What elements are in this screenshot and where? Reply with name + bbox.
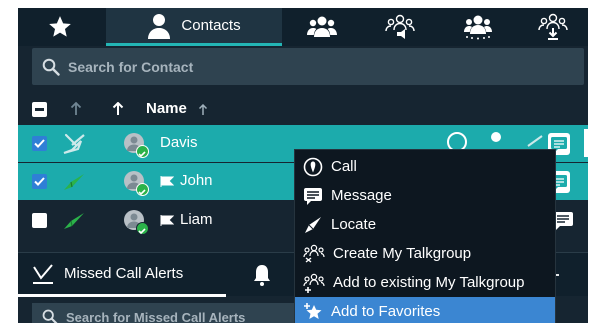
name-sort-arrow-icon[interactable]: [198, 104, 208, 116]
add-talkgroup-icon: [303, 273, 325, 293]
scrollbar-thumb[interactable]: [584, 129, 588, 157]
menu-item-locate[interactable]: Locate: [295, 210, 555, 239]
contact-search-input[interactable]: Search for Contact: [32, 48, 584, 85]
tab-talkgroup-download[interactable]: [518, 8, 588, 46]
menu-item-add-to-favorites[interactable]: Add to Favorites: [295, 297, 555, 323]
person-icon: [148, 13, 171, 39]
tab-group-dotted[interactable]: [440, 8, 516, 46]
tab-missed-call-alerts[interactable]: Missed Call Alerts: [18, 253, 226, 297]
menu-item-add-existing-talkgroup[interactable]: Add to existing My Talkgroup: [295, 268, 555, 297]
missed-search-placeholder: Search for Missed Call Alerts: [66, 309, 246, 323]
contact-name: Davis: [160, 134, 198, 151]
locate-icon[interactable]: [526, 134, 544, 148]
create-talkgroup-icon: [303, 244, 325, 263]
available-status-icon: [64, 174, 84, 190]
menu-item-label: Create My Talkgroup: [333, 245, 472, 262]
indeterminate-mark-icon: [35, 108, 44, 111]
row-checkbox[interactable]: [32, 213, 47, 228]
flag-icon: [160, 215, 174, 226]
menu-item-label: Locate: [331, 216, 377, 233]
presence-check-icon: [138, 151, 146, 158]
message-icon: [304, 187, 322, 205]
flag-icon: [160, 176, 174, 187]
contacts-header-row: Name: [18, 92, 588, 126]
context-menu: Call Message Locate Create My Talkgroup …: [294, 149, 556, 323]
check-icon: [34, 139, 45, 148]
avatar: [124, 171, 149, 196]
call-icon: [303, 157, 323, 176]
available-status-icon: [64, 213, 84, 229]
menu-item-label: Message: [331, 187, 392, 204]
talkgroup-broadcast-icon: [385, 14, 415, 39]
contact-name: Liam: [180, 211, 213, 228]
presence-check-icon: [138, 189, 146, 196]
menu-item-label: Add to Favorites: [331, 303, 441, 320]
missed-call-search-input[interactable]: Search for Missed Call Alerts: [32, 303, 332, 323]
menu-item-call[interactable]: Call: [295, 152, 555, 181]
tab-talkgroup-broadcast[interactable]: [362, 8, 438, 46]
avatar: [124, 133, 149, 158]
tab-bar: Contacts: [18, 8, 588, 46]
app-window: Contacts Search for Contact Name Davis J…: [18, 8, 588, 323]
row-checkbox[interactable]: [32, 174, 47, 189]
presence-check-icon: [138, 228, 146, 235]
star-icon: [49, 16, 71, 37]
sort-status-arrow-icon[interactable]: [70, 102, 82, 116]
search-placeholder: Search for Contact: [68, 58, 194, 75]
tab-favorites[interactable]: [18, 8, 102, 46]
row-checkbox[interactable]: [32, 136, 47, 151]
menu-item-message[interactable]: Message: [295, 181, 555, 210]
sort-arrow-icon[interactable]: [112, 102, 124, 116]
tab-contacts-label: Contacts: [181, 17, 241, 34]
avatar: [124, 210, 149, 235]
group-dotted-icon: [464, 15, 492, 40]
search-icon: [42, 58, 60, 76]
name-column-header[interactable]: Name: [146, 100, 187, 117]
search-icon: [42, 309, 58, 323]
talkgroup-download-icon: [538, 13, 568, 40]
tab-groups[interactable]: [284, 8, 360, 46]
contact-name: John: [180, 172, 213, 189]
menu-item-label: Add to existing My Talkgroup: [333, 274, 525, 291]
locate-icon: [305, 216, 321, 233]
unavailable-status-icon: [63, 133, 85, 155]
bell-icon[interactable]: [252, 263, 272, 287]
check-icon: [34, 177, 45, 186]
menu-item-label: Call: [331, 158, 357, 175]
add-favorite-icon: [304, 302, 322, 319]
missed-tab-label: Missed Call Alerts: [64, 265, 184, 282]
select-all-checkbox[interactable]: [32, 102, 47, 117]
tab-contacts[interactable]: Contacts: [106, 8, 282, 46]
missed-call-icon: [33, 263, 53, 284]
menu-item-create-talkgroup[interactable]: Create My Talkgroup: [295, 239, 555, 268]
group-icon: [307, 16, 337, 37]
